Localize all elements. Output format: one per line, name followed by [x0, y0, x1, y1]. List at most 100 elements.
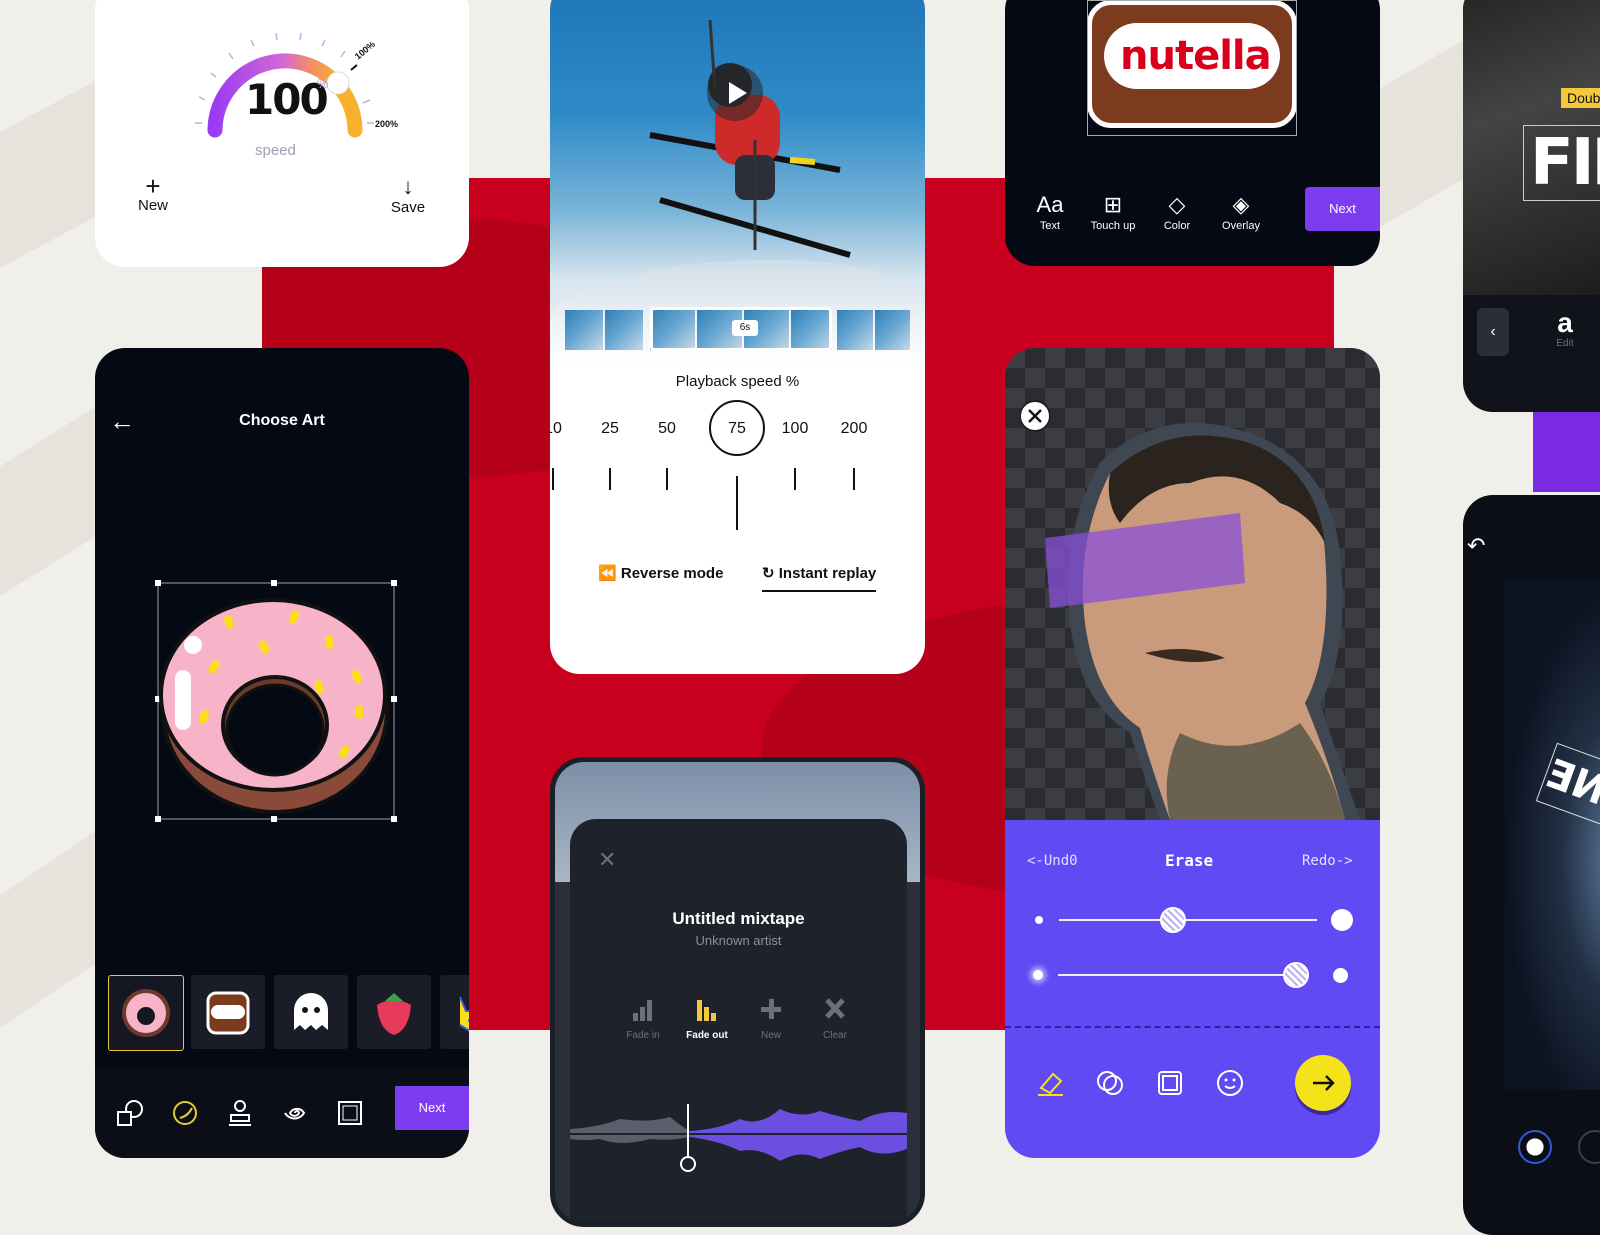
mixtape-artist: Unknown artist — [695, 933, 782, 948]
new-button[interactable]: New — [741, 995, 801, 1041]
erase-title: Erase — [1165, 851, 1214, 870]
reverse-mode-label: Reverse mode — [620, 565, 724, 582]
brush-size-slider[interactable] — [1059, 919, 1317, 921]
smiley-icon[interactable] — [1215, 1068, 1245, 1098]
reverse-mode-button[interactable]: ⏪ Reverse mode — [598, 564, 723, 582]
donut-icon — [122, 989, 170, 1037]
audio-waveform[interactable] — [570, 1089, 907, 1179]
clip-timeline[interactable]: 6s — [565, 307, 910, 351]
text-icon: Aa — [1036, 192, 1064, 217]
frame-icon[interactable] — [1155, 1068, 1185, 1098]
speed-option-75[interactable]: 75 — [712, 420, 762, 438]
replay-icon: ↻ — [762, 565, 775, 582]
art-thumb-nutella[interactable] — [191, 975, 265, 1049]
ghost-icon — [294, 993, 328, 1030]
save-button[interactable]: ↓ Save — [388, 174, 428, 217]
brush-size-min-dot — [1035, 916, 1043, 924]
clear-button[interactable]: Clear — [805, 995, 865, 1041]
undo-icon[interactable]: ↶ — [1467, 533, 1485, 559]
fade-out-icon — [697, 1000, 716, 1021]
mixtape-sheet: ✕ Untitled mixtape Unknown artist Fade i… — [570, 819, 907, 1222]
edit-text-tool[interactable]: a Edit — [1545, 308, 1585, 350]
close-icon — [1028, 409, 1042, 423]
edit-label: Edit — [1556, 338, 1574, 349]
close-icon[interactable]: ✕ — [598, 847, 616, 873]
video-speed-card: 6s Playback speed % 10 25 50 75 100 200 … — [550, 0, 925, 674]
plus-icon: + — [145, 171, 161, 201]
fade-out-label: Fade out — [686, 1030, 728, 1041]
speed-tick — [552, 468, 554, 490]
frame-icon[interactable] — [335, 1098, 365, 1128]
next-button[interactable]: Next — [395, 1086, 469, 1130]
play-button[interactable] — [707, 65, 763, 121]
softness-knob[interactable] — [1282, 962, 1309, 988]
portrait-cutout[interactable] — [1040, 403, 1360, 820]
rewind-icon: ⏪ — [598, 565, 617, 582]
mixtape-card: ✕ Untitled mixtape Unknown artist Fade i… — [550, 757, 925, 1227]
tool-overlay-label: Overlay — [1222, 220, 1260, 232]
book-tool-icon[interactable] — [1578, 1130, 1600, 1164]
headline-text[interactable]: FIR — [1523, 125, 1600, 201]
softness-max-dot — [1333, 968, 1348, 983]
tool-overlay[interactable]: ◈ Overlay — [1211, 190, 1271, 232]
shapes-icon[interactable] — [115, 1098, 145, 1128]
speed-card: 100% 200% 100 % speed + New ↓ Save — [95, 0, 469, 267]
speed-option-25[interactable]: 25 — [585, 420, 635, 438]
download-arrow-icon: ↓ — [402, 174, 414, 199]
erase-card: <-Und0 Erase Redo-> — [1005, 348, 1380, 1158]
tool-touch-up[interactable]: ⊞ Touch up — [1083, 190, 1143, 232]
speed-tick — [609, 468, 611, 490]
art-thumb-strawberry[interactable] — [357, 975, 431, 1049]
softness-slider[interactable] — [1058, 974, 1308, 976]
instant-replay-button[interactable]: ↻ Instant replay — [762, 564, 877, 592]
continue-button[interactable] — [1295, 1055, 1351, 1111]
background-purple-block — [1533, 410, 1600, 492]
new-button[interactable]: + New — [133, 171, 173, 214]
mask-tool-icon[interactable] — [1518, 1130, 1552, 1164]
redo-button[interactable]: Redo-> — [1302, 853, 1353, 869]
next-button[interactable]: Next — [1305, 187, 1380, 231]
back-button[interactable]: ‹ — [1477, 308, 1509, 356]
rotated-text-layer[interactable]: ƎИ — [1535, 742, 1600, 840]
arrow-right-icon — [1313, 1075, 1335, 1091]
fade-in-label: Fade in — [626, 1030, 660, 1041]
tool-color[interactable]: ◇ Color — [1147, 190, 1207, 232]
speed-option-100[interactable]: 100 — [770, 420, 820, 438]
speed-tick — [853, 468, 855, 490]
undo-button[interactable]: <-Und0 — [1027, 853, 1078, 869]
art-thumb-donut[interactable] — [108, 975, 184, 1051]
new-label: New — [137, 197, 168, 214]
selection-box — [1087, 0, 1297, 136]
art-toolbar: Next — [95, 1068, 469, 1158]
instant-replay-label: Instant replay — [778, 565, 877, 582]
close-button[interactable] — [1019, 400, 1051, 432]
tool-text[interactable]: Aa Text — [1020, 190, 1080, 232]
mark-200: 200% — [375, 119, 398, 129]
speed-option-200[interactable]: 200 — [829, 420, 879, 438]
spiral-icon[interactable] — [280, 1098, 310, 1128]
mask-icon[interactable] — [1095, 1068, 1125, 1098]
speed-tick — [794, 468, 796, 490]
speed-option-10[interactable]: 10 — [550, 420, 578, 438]
mixtape-title: Untitled mixtape — [672, 909, 805, 928]
clear-label: Clear — [823, 1030, 847, 1041]
eraser-icon[interactable] — [1035, 1068, 1065, 1098]
transparent-canvas — [1005, 348, 1380, 820]
art-thumb-ghost[interactable] — [274, 975, 348, 1049]
strawberry-icon — [377, 993, 411, 1035]
nutella-jar-icon — [206, 991, 250, 1035]
speed-option-50[interactable]: 50 — [642, 420, 692, 438]
sticker-icon[interactable] — [170, 1098, 200, 1128]
sticker-editor-card: nutella Aa Text ⊞ Touch up ◇ Color ◈ Ove… — [1005, 0, 1380, 266]
play-icon — [729, 82, 747, 104]
fade-out-button[interactable]: Fade out — [677, 995, 737, 1041]
brush-size-knob[interactable] — [1159, 907, 1186, 933]
mark-100: 100% — [353, 39, 377, 61]
overlay-layers-icon: ◈ — [1232, 192, 1250, 217]
stamp-icon[interactable] — [225, 1098, 255, 1128]
skier-figure — [649, 19, 851, 258]
fade-in-button[interactable]: Fade in — [613, 995, 673, 1041]
donut-artwork[interactable] — [155, 580, 405, 830]
art-thumb-star[interactable] — [440, 975, 469, 1049]
playback-speed-title: Playback speed % — [675, 373, 800, 390]
